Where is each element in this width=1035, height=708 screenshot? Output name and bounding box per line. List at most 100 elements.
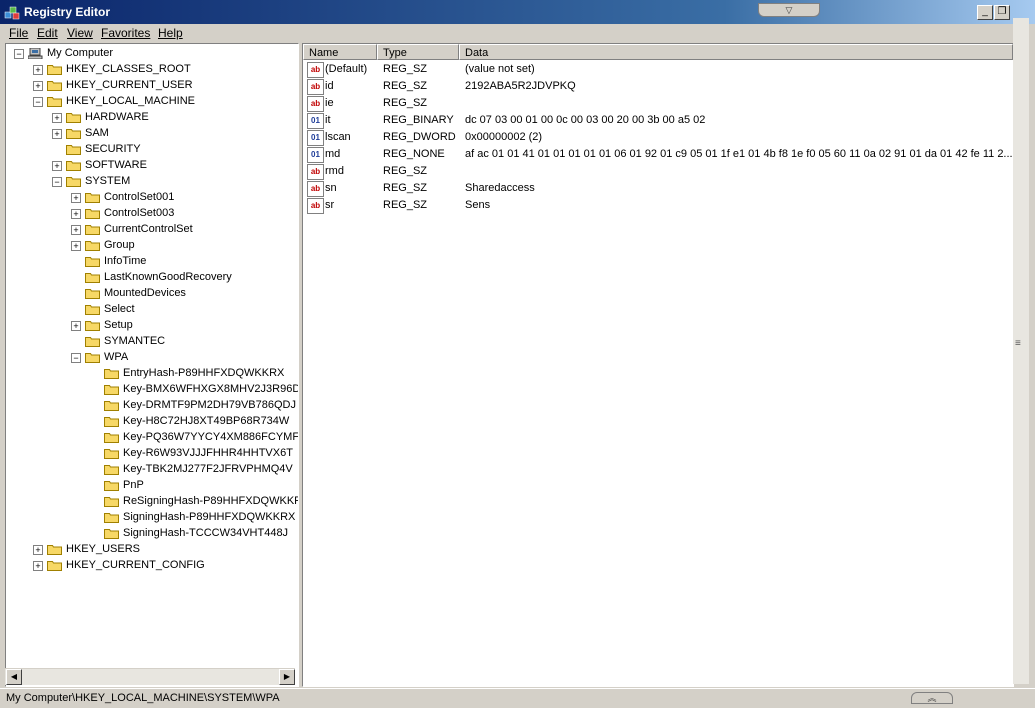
tree-item[interactable]: + HKEY_CURRENT_CONFIG — [6, 558, 296, 574]
registry-editor-icon — [4, 6, 20, 20]
tree-item[interactable]: Key-DRMTF9PM2DH79VB786QDJ — [6, 398, 296, 414]
menu-help[interactable]: Help — [158, 26, 183, 40]
folder-icon — [85, 305, 100, 315]
tree-item[interactable]: + HKEY_CURRENT_USER — [6, 78, 296, 94]
expand-icon[interactable]: + — [33, 561, 43, 571]
window-vertical-scrollbar[interactable]: ≡ — [1013, 18, 1029, 684]
tree-item[interactable]: InfoTime — [6, 254, 296, 270]
expand-icon[interactable]: + — [71, 321, 81, 331]
expand-icon[interactable]: + — [71, 209, 81, 219]
column-data-header[interactable]: Data — [459, 44, 1013, 60]
tree-item[interactable]: Key-TBK2MJ277F2JFRVPHMQ4V — [6, 462, 296, 478]
tree-item[interactable]: + CurrentControlSet — [6, 222, 296, 238]
folder-icon — [104, 369, 119, 379]
folder-icon — [104, 385, 119, 395]
expand-icon[interactable]: + — [71, 225, 81, 235]
menu-file[interactable]: File — [9, 26, 28, 40]
tree-item[interactable]: + HARDWARE — [6, 110, 296, 126]
tree-item[interactable]: Key-BMX6WFHXGX8MHV2J3R96D — [6, 382, 298, 398]
folder-icon — [85, 193, 100, 203]
expand-icon[interactable]: + — [33, 81, 43, 91]
tree-item[interactable]: Select — [6, 302, 296, 318]
values-list[interactable]: Name Type Data ab (Default) REG_SZ (value n… — [302, 43, 1014, 687]
value-type: REG_SZ — [383, 63, 428, 75]
menu-view[interactable]: View — [67, 26, 93, 40]
expand-icon[interactable]: + — [71, 241, 81, 251]
expand-icon[interactable]: + — [71, 193, 81, 203]
tree-item-label: HKEY_USERS — [66, 543, 140, 555]
tree-item[interactable]: + ControlSet001 — [6, 190, 296, 206]
key-tree[interactable]: − My Computer + HKEY_CLASSES_ROOT + HKEY_CURR… — [5, 43, 299, 687]
tree-item[interactable]: − WPA — [6, 350, 296, 366]
value-name: sr — [325, 199, 335, 211]
expand-icon[interactable]: + — [33, 545, 43, 555]
tree-item[interactable]: ReSigningHash-P89HHFXDQWKKRX — [6, 494, 298, 510]
tree-item-label: HARDWARE — [85, 111, 149, 123]
tree-item-label: SECURITY — [85, 143, 141, 155]
menu-bar: File Edit View Favorites Help — [0, 24, 1035, 41]
value-row[interactable]: 01 md REG_NONE af ac 01 01 41 01 01 01 01 0… — [303, 146, 1013, 163]
value-name: it — [325, 114, 331, 126]
minimize-button[interactable]: _ — [977, 5, 993, 20]
value-row[interactable]: ab ie REG_SZ — [303, 95, 1013, 112]
tree-item[interactable]: SECURITY — [6, 142, 296, 158]
tree-item[interactable]: Key-R6W93VJJJFHHR4HHTVX6T — [6, 446, 296, 462]
tree-item-label: SOFTWARE — [85, 159, 147, 171]
collapse-icon[interactable]: − — [52, 177, 62, 187]
string-value-icon: ab — [307, 79, 324, 95]
expand-icon[interactable]: + — [52, 161, 62, 171]
folder-icon — [104, 465, 119, 475]
column-type-header[interactable]: Type — [377, 44, 459, 60]
value-row[interactable]: ab (Default) REG_SZ (value not set) — [303, 61, 1013, 78]
tree-item[interactable]: SigningHash-P89HHFXDQWKKRX — [6, 510, 296, 526]
string-value-icon: ab — [307, 164, 324, 180]
tree-item[interactable]: SigningHash-TCCCW34VHT448J — [6, 526, 296, 542]
expand-icon[interactable]: + — [52, 113, 62, 123]
folder-icon — [104, 481, 119, 491]
tree-item[interactable]: + SAM — [6, 126, 296, 142]
status-grip-handle[interactable]: ︽ — [911, 692, 953, 704]
column-name-header[interactable]: Name — [303, 44, 377, 60]
tree-item[interactable]: − HKEY_LOCAL_MACHINE — [6, 94, 296, 110]
expand-icon[interactable]: + — [52, 129, 62, 139]
collapse-icon[interactable]: − — [14, 49, 24, 59]
tree-item[interactable]: + HKEY_CLASSES_ROOT — [6, 62, 296, 78]
tree-item[interactable]: + ControlSet003 — [6, 206, 296, 222]
value-row[interactable]: ab rmd REG_SZ — [303, 163, 1013, 180]
value-row[interactable]: ab sn REG_SZ Sharedaccess — [303, 180, 1013, 197]
tree-item[interactable]: + SOFTWARE — [6, 158, 296, 174]
menu-edit[interactable]: Edit — [37, 26, 58, 40]
restore-button[interactable]: ❐ — [994, 5, 1010, 20]
value-row[interactable]: 01 it REG_BINARY dc 07 03 00 01 00 0c 00 03… — [303, 112, 1013, 129]
value-row[interactable]: ab sr REG_SZ Sens — [303, 197, 1013, 214]
tree-item[interactable]: PnP — [6, 478, 296, 494]
tree-item[interactable]: − My Computer — [6, 46, 296, 62]
tree-item[interactable]: + Group — [6, 238, 296, 254]
scroll-right-icon[interactable]: ▶ — [279, 669, 295, 685]
string-value-icon: ab — [307, 181, 324, 197]
tree-item[interactable]: + Setup — [6, 318, 296, 334]
tree-item[interactable]: − SYSTEM — [6, 174, 296, 190]
tree-item[interactable]: Key-H8C72HJ8XT49BP68R734W — [6, 414, 296, 430]
tree-item[interactable]: EntryHash-P89HHFXDQWKKRX — [6, 366, 296, 382]
title-grip-handle[interactable]: ▽ — [758, 3, 820, 17]
value-row[interactable]: 01 lscan REG_DWORD 0x00000002 (2) — [303, 129, 1013, 146]
tree-horizontal-scrollbar[interactable]: ◀ ▶ — [5, 668, 295, 685]
value-type: REG_SZ — [383, 199, 428, 211]
value-data: Sharedaccess — [465, 182, 535, 194]
expand-icon[interactable]: + — [33, 65, 43, 75]
tree-item[interactable]: MountedDevices — [6, 286, 296, 302]
folder-icon — [85, 289, 100, 299]
computer-icon — [28, 48, 43, 59]
menu-favorites[interactable]: Favorites — [101, 26, 150, 40]
tree-item[interactable]: LastKnownGoodRecovery — [6, 270, 296, 286]
tree-item[interactable]: SYMANTEC — [6, 334, 296, 350]
tree-item[interactable]: + HKEY_USERS — [6, 542, 296, 558]
collapse-icon[interactable]: − — [33, 97, 43, 107]
value-row[interactable]: ab id REG_SZ 2192ABA5R2JDVPKQ — [303, 78, 1013, 95]
folder-icon — [66, 113, 81, 123]
scroll-left-icon[interactable]: ◀ — [6, 669, 22, 685]
tree-item[interactable]: Key-PQ36W7YYCY4XM886FCYMF — [6, 430, 298, 446]
collapse-icon[interactable]: − — [71, 353, 81, 363]
tree-item-label: WPA — [104, 351, 129, 363]
